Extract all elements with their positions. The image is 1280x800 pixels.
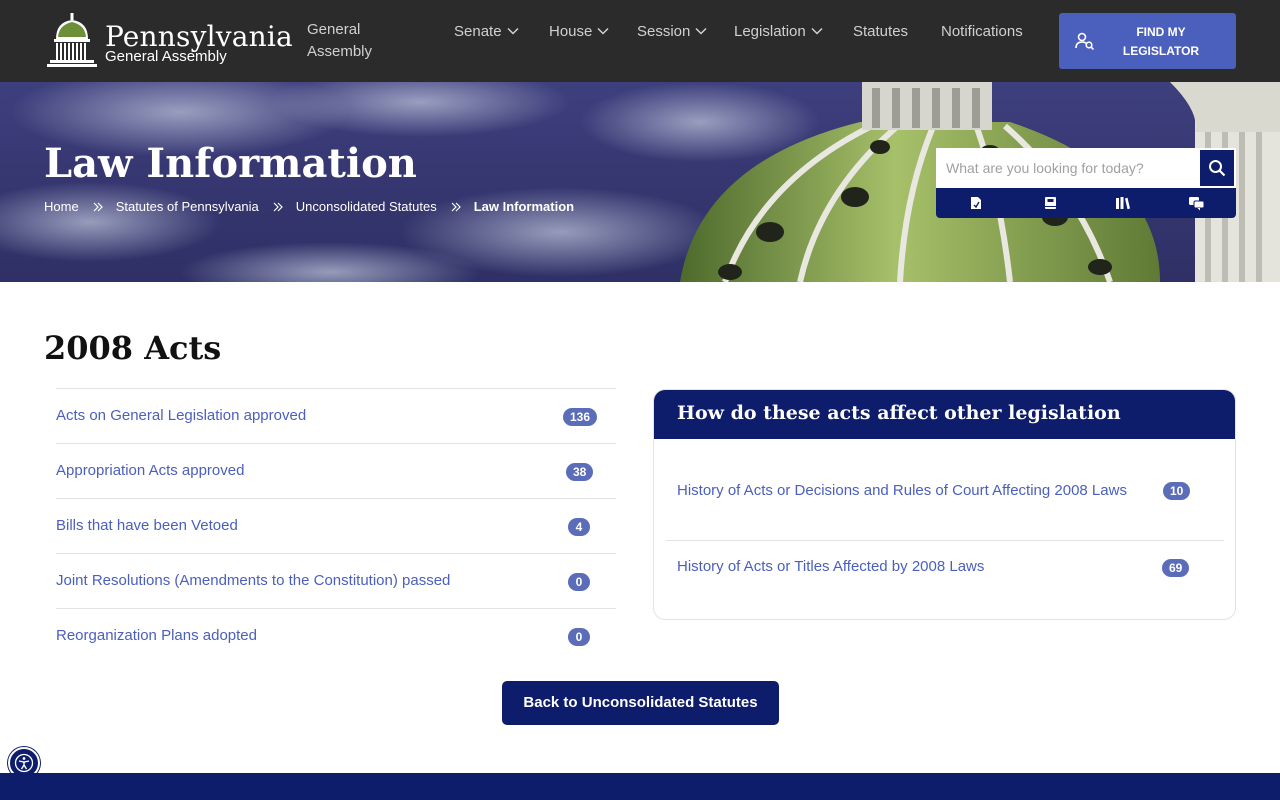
nav-notifications-label: Notifications: [941, 22, 1023, 40]
logo-subtitle: General Assembly: [105, 48, 227, 65]
search-button[interactable]: [1198, 148, 1236, 188]
nav-legislation-label: Legislation: [734, 22, 806, 40]
double-chevron-right-icon: [273, 202, 283, 212]
find-my-legislator-label: FIND MY LEGISLATOR: [1122, 25, 1200, 58]
chevron-down-icon: [811, 27, 823, 35]
nav-senate-label: Senate: [454, 22, 502, 40]
chevron-down-icon: [507, 27, 519, 35]
search-input[interactable]: [936, 148, 1198, 188]
book-icon[interactable]: [1041, 194, 1059, 212]
search-tools-bar: [936, 188, 1236, 218]
site-search: [936, 148, 1236, 218]
count-badge: 136: [563, 408, 598, 426]
card-header: How do these acts affect other legislati…: [654, 390, 1235, 439]
hero-banner: Law Information Home Statutes of Pennsyl…: [0, 82, 1280, 282]
nav-house[interactable]: House: [549, 21, 609, 41]
list-item: History of Acts or Decisions and Rules o…: [666, 478, 1224, 528]
top-navigation-bar: Pennsylvania General Assembly General As…: [0, 0, 1280, 82]
list-item: Appropriation Acts approved 38: [56, 444, 616, 499]
breadcrumb-home[interactable]: Home: [44, 199, 79, 214]
act-link-appropriation-acts[interactable]: Appropriation Acts approved: [56, 462, 244, 479]
history-acts-decisions-link[interactable]: History of Acts or Decisions and Rules o…: [677, 480, 1127, 502]
act-link-joint-resolutions[interactable]: Joint Resolutions (Amendments to the Con…: [56, 572, 450, 589]
act-link-reorganization-plans[interactable]: Reorganization Plans adopted: [56, 627, 257, 644]
capitol-dome-icon: [47, 13, 97, 67]
nav-statutes[interactable]: Statutes: [853, 21, 908, 41]
list-item: Acts on General Legislation approved 136: [56, 389, 616, 444]
breadcrumb-unconsolidated-statutes[interactable]: Unconsolidated Statutes: [296, 199, 437, 214]
breadcrumb: Home Statutes of Pennsylvania Unconsolid…: [44, 199, 574, 214]
count-badge: 0: [568, 573, 590, 591]
find-my-legislator-button[interactable]: FIND MY LEGISLATOR: [1059, 13, 1236, 69]
act-link-vetoed-bills[interactable]: Bills that have been Vetoed: [56, 517, 238, 534]
list-item: Bills that have been Vetoed 4: [56, 499, 616, 554]
act-link-general-legislation[interactable]: Acts on General Legislation approved: [56, 407, 306, 424]
count-badge: 10: [1163, 482, 1191, 500]
document-icon[interactable]: [967, 194, 985, 212]
list-item: Joint Resolutions (Amendments to the Con…: [56, 554, 616, 609]
affected-legislation-card: How do these acts affect other legislati…: [653, 389, 1236, 620]
nav-general-assembly[interactable]: General Assembly: [307, 19, 397, 63]
nav-session-label: Session: [637, 22, 691, 40]
page-title: Law Information: [44, 140, 417, 187]
chevron-down-icon: [597, 27, 609, 35]
chat-icon[interactable]: [1187, 194, 1205, 212]
library-icon[interactable]: [1114, 194, 1132, 212]
list-item: Reorganization Plans adopted 0: [56, 609, 616, 664]
count-badge: 0: [568, 628, 590, 646]
count-badge: 4: [568, 518, 590, 536]
nav-house-label: House: [549, 22, 593, 40]
breadcrumb-statutes-of-pennsylvania[interactable]: Statutes of Pennsylvania: [116, 199, 259, 214]
person-search-icon: [1075, 32, 1095, 51]
section-heading: 2008 Acts: [44, 329, 222, 367]
search-icon: [1209, 160, 1226, 177]
back-to-unconsolidated-statutes-button[interactable]: Back to Unconsolidated Statutes: [502, 681, 779, 725]
count-badge: 69: [1162, 559, 1190, 577]
history-acts-titles-link[interactable]: History of Acts or Titles Affected by 20…: [677, 556, 1127, 578]
nav-notifications[interactable]: Notifications: [941, 21, 1023, 41]
nav-statutes-label: Statutes: [853, 22, 909, 40]
double-chevron-right-icon: [93, 202, 103, 212]
breadcrumb-current: Law Information: [473, 199, 575, 214]
count-badge: 38: [566, 463, 594, 481]
site-logo[interactable]: Pennsylvania General Assembly: [44, 12, 293, 70]
nav-session[interactable]: Session: [637, 21, 707, 41]
double-chevron-right-icon: [451, 202, 461, 212]
footer-bar: [0, 773, 1280, 800]
card-title: How do these acts affect other legislati…: [677, 402, 1121, 424]
chevron-down-icon: [695, 27, 707, 35]
acts-list: Acts on General Legislation approved 136…: [56, 388, 616, 664]
nav-legislation[interactable]: Legislation: [734, 21, 823, 41]
list-item: History of Acts or Titles Affected by 20…: [666, 556, 1224, 582]
nav-senate[interactable]: Senate: [454, 21, 519, 41]
divider: [666, 540, 1224, 541]
